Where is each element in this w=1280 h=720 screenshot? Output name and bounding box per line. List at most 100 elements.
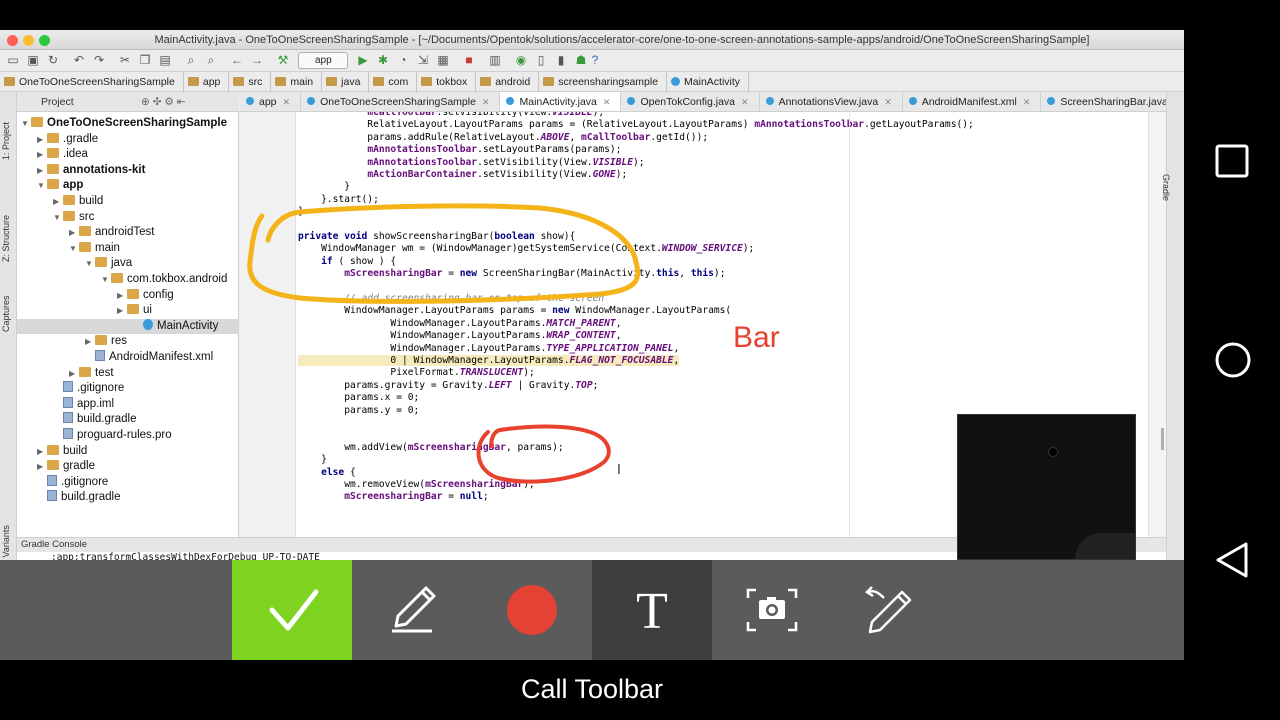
tree-item[interactable]: build.gradle — [17, 412, 239, 427]
tree-item[interactable]: ▶ .gradle — [17, 132, 239, 147]
tree-item[interactable]: ▶ annotations-kit — [17, 163, 239, 178]
editor-tab[interactable]: MainActivity.java ✕ — [500, 92, 622, 111]
code-line[interactable]: // add screensharing bar on top of the s… — [298, 293, 604, 305]
project-side-tab[interactable]: 1: Project — [1, 122, 11, 160]
debug-icon[interactable]: ✱ — [376, 53, 390, 67]
back-icon[interactable] — [1214, 540, 1250, 585]
device-monitor-icon[interactable]: ▮ — [554, 53, 568, 67]
tree-item[interactable]: ▶ config — [17, 288, 239, 303]
sdk-icon[interactable]: ▥ — [488, 53, 502, 67]
tree-item[interactable]: .gitignore — [17, 381, 239, 396]
tree-item[interactable]: ▼ src — [17, 210, 239, 225]
zoom-window-icon[interactable] — [39, 35, 50, 46]
code-line[interactable]: if ( show ) { — [298, 256, 396, 268]
code-line[interactable]: mActionBarContainer.setVisibility(View.G… — [298, 169, 627, 181]
close-tab-icon[interactable]: ✕ — [482, 97, 490, 107]
tree-item[interactable]: ▶ ui — [17, 303, 239, 318]
captures-side-tab[interactable]: Captures — [1, 295, 11, 332]
close-window-icon[interactable] — [7, 35, 18, 46]
color-button[interactable] — [472, 560, 592, 660]
breadcrumb-item[interactable]: main — [271, 72, 323, 92]
editor-tab[interactable]: OneToOneScreenSharingSample ✕ — [301, 92, 501, 111]
coverage-icon[interactable]: ▦ — [436, 53, 450, 67]
expand-closed-icon[interactable]: ▶ — [117, 288, 127, 303]
tree-item[interactable]: ▶ test — [17, 366, 239, 381]
code-line[interactable]: }.start(); — [298, 194, 379, 206]
code-line[interactable]: } — [298, 206, 304, 218]
breadcrumb-item[interactable]: tokbox — [417, 72, 477, 92]
expand-open-icon[interactable]: ▼ — [85, 256, 95, 271]
expand-open-icon[interactable]: ▼ — [37, 178, 47, 193]
editor-tab[interactable]: OpenTokConfig.java ✕ — [621, 92, 760, 111]
code-line[interactable]: WindowManager wm = (WindowManager)getSys… — [298, 243, 754, 255]
breadcrumb-item[interactable]: app — [184, 72, 230, 92]
avd-icon[interactable]: ▯ — [534, 53, 548, 67]
minimize-window-icon[interactable] — [23, 35, 34, 46]
build-variants-side-tab[interactable]: Build Variants — [1, 525, 11, 560]
done-button[interactable] — [232, 560, 352, 660]
stop-icon[interactable]: ■ — [462, 53, 476, 67]
code-line[interactable]: private void showScreensharingBar(boolea… — [298, 231, 575, 243]
tree-item[interactable]: ▶ androidTest — [17, 225, 239, 240]
code-line[interactable]: wm.removeView(mScreensharingBar); — [298, 479, 535, 491]
structure-side-tab[interactable]: Z: Structure — [1, 215, 11, 262]
forward-nav-icon[interactable]: → — [250, 53, 264, 67]
gradle-side-tab[interactable]: Gradle — [1161, 174, 1171, 201]
breadcrumb-item[interactable]: src — [229, 72, 272, 92]
paste-icon[interactable]: ▤ — [158, 53, 172, 67]
code-line[interactable]: 0 | WindowManager.LayoutParams.FLAG_NOT_… — [298, 355, 680, 367]
tree-item[interactable]: ▶ gradle — [17, 459, 239, 474]
code-line[interactable]: WindowManager.LayoutParams params = new … — [298, 305, 731, 317]
expand-open-icon[interactable]: ▼ — [69, 241, 79, 256]
tree-item[interactable]: proguard-rules.pro — [17, 428, 239, 443]
code-line[interactable]: } — [298, 181, 350, 193]
expand-closed-icon[interactable]: ▶ — [53, 194, 63, 209]
sync-icon[interactable]: ↻ — [46, 53, 60, 67]
run-config-select[interactable]: app — [298, 52, 348, 69]
tree-item[interactable]: ▼ java — [17, 256, 239, 271]
editor-tab[interactable]: app ✕ — [240, 92, 302, 111]
scroll-thumb[interactable] — [1161, 428, 1164, 450]
screenshot-button[interactable] — [712, 560, 832, 660]
code-line[interactable]: params.gravity = Gravity.LEFT | Gravity.… — [298, 380, 598, 392]
help-icon[interactable]: ? — [588, 53, 602, 67]
tree-item[interactable]: ▼ main — [17, 241, 239, 256]
tree-item[interactable]: ▼ OneToOneScreenSharingSample — [17, 116, 239, 131]
tree-item[interactable]: ▶ .idea — [17, 147, 239, 162]
code-line[interactable]: WindowManager.LayoutParams.TYPE_APPLICAT… — [298, 343, 679, 355]
back-nav-icon[interactable]: ← — [230, 53, 244, 67]
close-tab-icon[interactable]: ✕ — [603, 97, 611, 107]
code-line[interactable]: params.x = 0; — [298, 392, 419, 404]
text-button[interactable]: T — [592, 560, 712, 660]
editor-tab[interactable]: AnnotationsView.java ✕ — [760, 92, 903, 111]
tree-item[interactable]: AndroidManifest.xml — [17, 350, 239, 365]
editor-tab[interactable]: ScreenSharingBar.java✕ — [1041, 92, 1184, 111]
build-icon[interactable]: ⚒ — [276, 53, 290, 67]
replace-icon[interactable]: ⌕ — [204, 53, 218, 67]
home-icon[interactable] — [1214, 341, 1252, 384]
tree-item[interactable]: ▼ com.tokbox.android — [17, 272, 239, 287]
recents-icon[interactable] — [1214, 143, 1250, 184]
expand-closed-icon[interactable]: ▶ — [85, 334, 95, 349]
tree-item[interactable]: MainActivity — [17, 318, 239, 334]
expand-open-icon[interactable]: ▼ — [101, 272, 111, 287]
breadcrumb-item[interactable]: OneToOneScreenSharingSample — [0, 72, 184, 92]
code-line[interactable]: PixelFormat.TRANSLUCENT); — [298, 367, 534, 379]
expand-closed-icon[interactable]: ▶ — [69, 366, 79, 381]
expand-closed-icon[interactable]: ▶ — [69, 225, 79, 240]
code-line[interactable]: mAnnotationsToolbar.setLayoutParams(para… — [298, 144, 621, 156]
gradle-sync-icon[interactable]: ◉ — [514, 53, 528, 67]
pen-button[interactable] — [352, 560, 472, 660]
code-line[interactable]: params.y = 0; — [298, 405, 419, 417]
breadcrumb-item[interactable]: java — [322, 72, 370, 92]
breadcrumb-item[interactable]: com — [369, 72, 418, 92]
expand-closed-icon[interactable]: ▶ — [37, 459, 47, 474]
open-icon[interactable]: ▭ — [6, 53, 20, 67]
breadcrumb-item[interactable]: android — [476, 72, 540, 92]
breadcrumb-item[interactable]: MainActivity — [667, 72, 750, 92]
close-tab-icon[interactable]: ✕ — [1023, 97, 1031, 107]
android-icon[interactable]: ☗ — [574, 53, 588, 67]
code-line[interactable]: wm.addView(mScreensharingBar, params); — [298, 442, 564, 454]
tree-item[interactable]: .gitignore — [17, 474, 239, 490]
save-icon[interactable]: ▣ — [26, 53, 40, 67]
